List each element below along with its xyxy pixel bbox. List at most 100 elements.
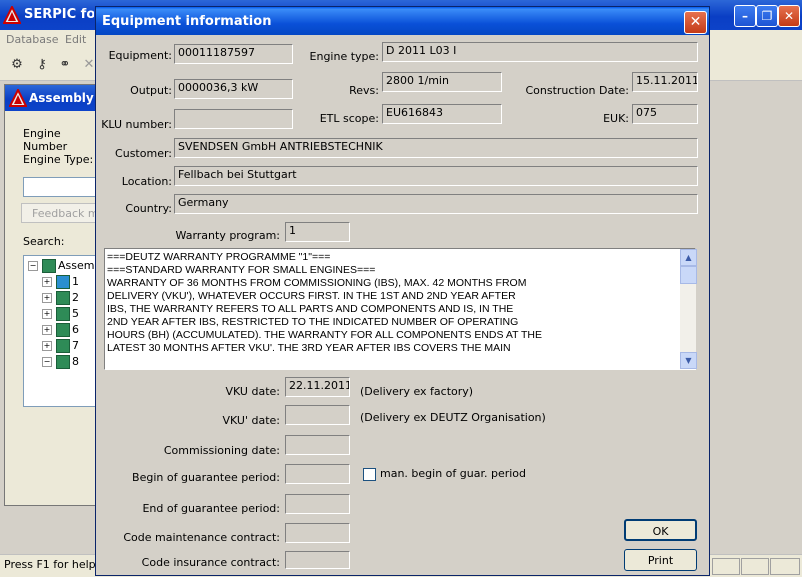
minimize-button[interactable]: – xyxy=(734,5,756,27)
equipment-field[interactable]: 00011187597 xyxy=(174,44,293,64)
restore-icon: ❐ xyxy=(761,9,773,23)
location-label: Location: xyxy=(121,175,172,188)
construction-date-field[interactable]: 15.11.2011 xyxy=(632,72,698,92)
engine-type-label: Engine type: xyxy=(309,50,379,63)
deutz-logo-icon xyxy=(9,89,27,107)
tree-item[interactable]: +6 xyxy=(42,323,79,339)
engine-type-input[interactable] xyxy=(23,177,100,197)
deutz-logo-icon xyxy=(3,6,21,24)
tree-item[interactable]: +5 xyxy=(42,307,79,323)
assembly-icon xyxy=(56,291,70,305)
etl-scope-field[interactable]: EU616843 xyxy=(382,104,502,124)
tree-item[interactable]: +7 xyxy=(42,339,79,355)
close-icon: ✕ xyxy=(689,14,702,30)
tree-item-label: 7 xyxy=(72,339,79,352)
assembly-window-title-bar: Assembly g xyxy=(5,85,99,111)
expand-icon[interactable]: + xyxy=(42,277,52,287)
customer-label: Customer: xyxy=(115,147,172,160)
code-maintenance-label: Code maintenance contract: xyxy=(123,531,280,544)
location-field[interactable]: Fellbach bei Stuttgart xyxy=(174,166,698,186)
maximize-button[interactable]: ❐ xyxy=(756,5,778,27)
tree-item[interactable]: +1 xyxy=(42,275,79,291)
euk-field[interactable]: 075 xyxy=(632,104,698,124)
euk-label: EUK: xyxy=(603,112,629,125)
vku-prime-date-label: VKU' date: xyxy=(222,414,280,427)
menu-database[interactable]: Database xyxy=(6,33,59,46)
key-icon[interactable]: ⚷ xyxy=(31,54,53,76)
tree-item[interactable]: −8 xyxy=(42,355,79,371)
scroll-thumb[interactable] xyxy=(680,266,697,284)
output-field[interactable]: 0000036,3 kW xyxy=(174,79,293,99)
app-close-button[interactable]: ✕ xyxy=(778,5,800,27)
tree-item[interactable]: +2 xyxy=(42,291,79,307)
feedback-button[interactable]: Feedback me xyxy=(21,203,98,223)
scroll-up-icon[interactable]: ▲ xyxy=(680,249,697,266)
code-insurance-field[interactable] xyxy=(285,551,350,569)
assembly-icon xyxy=(56,355,70,369)
vku-date-label: VKU date: xyxy=(225,385,280,398)
tree-root[interactable]: − Assem xyxy=(28,259,94,275)
klu-number-field[interactable] xyxy=(174,109,293,129)
warranty-description: ===DEUTZ WARRANTY PROGRAMME "1"=== ===ST… xyxy=(107,251,543,354)
tree-root-label: Assem xyxy=(58,259,95,272)
expand-icon[interactable]: + xyxy=(42,293,52,303)
end-guarantee-label: End of guarantee period: xyxy=(142,502,280,515)
assembly-tree[interactable]: − Assem +1 +2 +5 +6 +7 −8 xyxy=(23,255,100,407)
tools-icon[interactable]: ⚙ xyxy=(6,54,28,76)
engine-number-label: Engine Number xyxy=(23,127,68,153)
collapse-icon[interactable]: − xyxy=(42,357,52,367)
klu-number-label: KLU number: xyxy=(101,118,172,131)
ok-button[interactable]: OK xyxy=(624,519,697,541)
tree-item-label: 6 xyxy=(72,323,79,336)
begin-guarantee-field[interactable] xyxy=(285,464,350,484)
status-panel xyxy=(741,558,769,575)
revs-label: Revs: xyxy=(349,84,379,97)
code-maintenance-field[interactable] xyxy=(285,523,350,543)
man-begin-guarantee-checkbox[interactable] xyxy=(363,468,376,481)
begin-guarantee-label: Begin of guarantee period: xyxy=(132,471,280,484)
assembly-icon xyxy=(56,323,70,337)
man-begin-guarantee-label[interactable]: man. begin of guar. period xyxy=(380,467,526,480)
equipment-information-dialog: Equipment information ✕ Equipment: 00011… xyxy=(95,6,710,576)
collapse-icon[interactable]: − xyxy=(28,261,38,271)
warranty-scrollbar[interactable]: ▲ ▼ xyxy=(680,249,697,369)
vku-date-note: (Delivery ex factory) xyxy=(360,385,474,398)
commissioning-date-field[interactable] xyxy=(285,435,350,455)
expand-icon[interactable]: + xyxy=(42,341,52,351)
status-panel xyxy=(770,558,800,575)
end-guarantee-field[interactable] xyxy=(285,494,350,514)
warranty-program-field[interactable]: 1 xyxy=(285,222,350,242)
code-insurance-label: Code insurance contract: xyxy=(141,556,280,569)
scroll-down-icon[interactable]: ▼ xyxy=(680,352,697,369)
revs-field[interactable]: 2800 1/min xyxy=(382,72,502,92)
print-button[interactable]: Print xyxy=(624,549,697,571)
assembly-icon xyxy=(56,339,70,353)
status-text: Press F1 for help xyxy=(4,558,96,571)
dialog-close-button[interactable]: ✕ xyxy=(684,11,707,34)
expand-icon[interactable]: + xyxy=(42,325,52,335)
output-label: Output: xyxy=(130,84,172,97)
assembly-icon xyxy=(56,307,70,321)
expand-icon[interactable]: + xyxy=(42,309,52,319)
vku-date-field[interactable]: 22.11.2011 xyxy=(285,377,350,397)
dialog-title: Equipment information xyxy=(102,14,272,29)
commissioning-date-label: Commissioning date: xyxy=(163,444,280,457)
menu-edit[interactable]: Edit xyxy=(65,33,86,46)
assembly-window-title: Assembly g xyxy=(29,91,99,105)
warranty-program-label: Warranty program: xyxy=(175,229,280,242)
tree-item-label: 5 xyxy=(72,307,79,320)
vku-prime-date-note: (Delivery ex DEUTZ Organisation) xyxy=(360,411,546,424)
assembly-group-window: Assembly g Engine Number Engine Type: Fe… xyxy=(4,84,100,506)
search-label: Search: xyxy=(23,235,65,248)
customer-field[interactable]: SVENDSEN GmbH ANTRIEBSTECHNIK xyxy=(174,138,698,158)
vku-prime-date-field[interactable] xyxy=(285,405,350,425)
warranty-text-box[interactable]: ===DEUTZ WARRANTY PROGRAMME "1"=== ===ST… xyxy=(104,248,697,370)
app-title: SERPIC for W xyxy=(24,7,94,22)
equipment-label: Equipment: xyxy=(108,49,172,62)
country-field[interactable]: Germany xyxy=(174,194,698,214)
country-label: Country: xyxy=(125,202,172,215)
link-icon[interactable]: ⚭ xyxy=(54,54,76,76)
assembly-icon xyxy=(56,275,70,289)
dialog-title-bar[interactable]: Equipment information ✕ xyxy=(96,7,709,35)
engine-type-field[interactable]: D 2011 L03 I xyxy=(382,42,698,62)
